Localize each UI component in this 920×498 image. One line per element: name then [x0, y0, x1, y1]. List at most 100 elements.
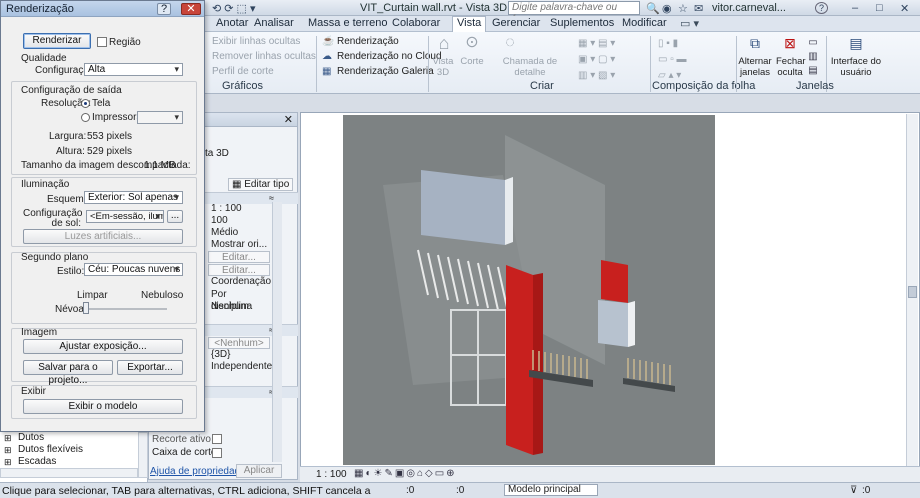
view-tools-icons[interactable]: ▦ ▾ ▤ ▾ ▣ ▾ ▢ ▾ ▥ ▾ ▧ ▾	[578, 36, 638, 84]
panel-label-composicao: Composição da folha	[652, 80, 756, 92]
search-icon[interactable]: 🔍	[646, 2, 660, 15]
region-label: Região	[109, 37, 141, 48]
ribbon-separator	[428, 36, 429, 92]
red-wall-small	[601, 260, 628, 303]
tab-suplementos[interactable]: Suplementos	[550, 17, 614, 29]
image-section-label: Imagem	[21, 327, 58, 338]
panel-label-graficos: Gráficos	[222, 80, 263, 92]
property-value[interactable]: Nenhum	[208, 301, 270, 313]
tab-colaborar[interactable]: Colaborar	[392, 17, 440, 29]
close-icon[interactable]: ✕	[900, 2, 909, 15]
remove-hidden-lines-button[interactable]: Remover linhas ocultas	[212, 51, 316, 62]
view-control-icons[interactable]: ▦◐☀✎▣◎⌂◇▭⊕	[354, 468, 457, 479]
image-size-value: 1.1 MB	[144, 160, 176, 171]
switch-windows-icon: ⧉	[750, 35, 760, 51]
save-to-project-button[interactable]: Salvar para o projeto...	[23, 360, 113, 386]
active-model-select[interactable]: Modelo principal	[504, 484, 598, 496]
property-button[interactable]: <Nenhum>	[208, 337, 270, 349]
property-value[interactable]: Médio	[208, 227, 270, 239]
property-value[interactable]: Coordenação	[208, 276, 271, 288]
tab-vista[interactable]: Vista	[452, 16, 487, 32]
render-gallery-button[interactable]: Renderização Galeria	[337, 66, 434, 77]
filter-icon[interactable]: ⊽	[850, 485, 857, 496]
show-model-button[interactable]: Exibir o modelo	[23, 399, 183, 414]
property-value[interactable]: Mostrar ori...	[208, 239, 270, 251]
height-label: Altura:	[56, 146, 85, 157]
expand-icon[interactable]: ⊞	[4, 445, 12, 456]
close-icon[interactable]: ✕	[181, 3, 201, 15]
tab-anotar[interactable]: Anotar	[216, 17, 248, 29]
adjust-exposure-button[interactable]: Ajustar exposição...	[23, 339, 183, 354]
upper-panel	[421, 170, 505, 245]
3d-view-button[interactable]: Vista 3D	[432, 56, 454, 78]
user-menu[interactable]: vitor.carneval...	[712, 2, 786, 14]
binoculars-icon[interactable]: ◉	[662, 2, 672, 15]
minimize-icon[interactable]: –	[852, 2, 858, 14]
crop-box-label: Caixa de corte	[152, 447, 217, 458]
tab-gerenciar[interactable]: Gerenciar	[492, 17, 540, 29]
region-checkbox[interactable]	[97, 37, 107, 47]
browser-item[interactable]: Escadas	[18, 456, 56, 467]
help-icon[interactable]: ?	[815, 2, 828, 14]
screen-radio[interactable]	[81, 99, 90, 108]
browser-item[interactable]: Dutos	[18, 432, 44, 443]
browser-hscrollbar[interactable]	[0, 468, 138, 478]
export-button[interactable]: Exportar...	[117, 360, 183, 375]
cloud-render-button[interactable]: Renderização no Cloud	[337, 51, 442, 62]
close-icon[interactable]: ✕	[284, 113, 293, 126]
haze-slider-thumb[interactable]	[83, 302, 89, 314]
callout-button[interactable]: Chamada de detalhe	[492, 56, 568, 78]
quality-select[interactable]: Alta	[84, 63, 183, 76]
render-button[interactable]: Renderizar	[23, 33, 91, 49]
maximize-icon[interactable]: □	[876, 2, 883, 14]
browser-vscrollbar[interactable]	[138, 432, 148, 478]
close-hidden-button[interactable]: Fechar oculta	[776, 56, 806, 78]
render-button[interactable]: Renderização	[337, 36, 399, 47]
edit-type-button[interactable]: ▦ Editar tipo	[228, 178, 294, 191]
scrollbar-thumb[interactable]	[908, 286, 917, 298]
cut-profile-button[interactable]: Perfil de corte	[212, 66, 274, 77]
section-button[interactable]: Corte	[460, 56, 484, 67]
user-interface-button[interactable]: Interface do usuário	[830, 56, 882, 78]
property-value[interactable]: 1 : 100	[208, 203, 270, 215]
crop-active-checkbox[interactable]	[212, 434, 222, 444]
printer-radio[interactable]	[81, 113, 90, 122]
subscription-icon[interactable]: ✉	[694, 2, 703, 15]
property-value[interactable]: Por disciplina	[208, 289, 270, 312]
user-interface-icon: ▤	[849, 35, 863, 51]
scheme-select[interactable]: Exterior: Sol apenas	[84, 191, 183, 204]
sun-setting-button[interactable]: ...	[167, 210, 183, 223]
property-value[interactable]: {3D}	[208, 349, 270, 361]
browser-item[interactable]: Dutos flexíveis	[18, 444, 83, 455]
scale-label[interactable]: 1 : 100	[316, 469, 347, 480]
tab-massa-terreno[interactable]: Massa e terreno	[308, 17, 387, 29]
printer-dpi-select[interactable]	[137, 111, 183, 124]
help-icon[interactable]: ?	[157, 3, 171, 15]
star-icon[interactable]: ☆	[678, 2, 688, 15]
apply-button[interactable]: Aplicar	[236, 464, 282, 478]
property-button[interactable]: Editar...	[208, 251, 270, 263]
show-hidden-lines-button[interactable]: Exibir linhas ocultas	[212, 36, 300, 47]
tab-modificar[interactable]: Modificar	[622, 17, 667, 29]
property-value[interactable]: 100	[208, 215, 270, 227]
panel-label-criar: Criar	[530, 80, 554, 92]
search-input[interactable]: Digite palavra-chave ou frase	[508, 1, 640, 25]
property-value[interactable]: Independente	[208, 361, 272, 373]
haze-slider-track[interactable]	[85, 308, 167, 310]
expand-icon[interactable]: ⊞	[4, 457, 12, 468]
ribbon-options-icon[interactable]: ▭ ▾	[680, 17, 699, 30]
sheet-tools-icons[interactable]: ▯ ▪ ▮ ▭ ▫ ▬ ▱ ▴ ▾	[658, 36, 728, 84]
properties-scrollbar[interactable]	[272, 202, 282, 462]
crop-box-checkbox[interactable]	[212, 448, 222, 458]
status-bar: Clique para selecionar, TAB para alterna…	[0, 482, 920, 498]
viewport-scrollbar[interactable]	[906, 114, 918, 466]
switch-windows-button[interactable]: Alternar janelas	[738, 56, 772, 78]
background-style-select[interactable]: Céu: Poucas nuvens	[84, 263, 183, 276]
property-button[interactable]: Editar...	[208, 264, 270, 276]
tab-analisar[interactable]: Analisar	[254, 17, 294, 29]
artificial-lights-button[interactable]: Luzes artificiais...	[23, 229, 183, 244]
screen-radio-label: Tela	[92, 98, 111, 109]
expand-icon[interactable]: ⊞	[4, 433, 12, 444]
quick-access-icons[interactable]: ⟲ ⟳ ⬚ ▾	[212, 2, 256, 15]
window-tools-icons[interactable]: ▭ ▥ ▤	[806, 36, 820, 78]
